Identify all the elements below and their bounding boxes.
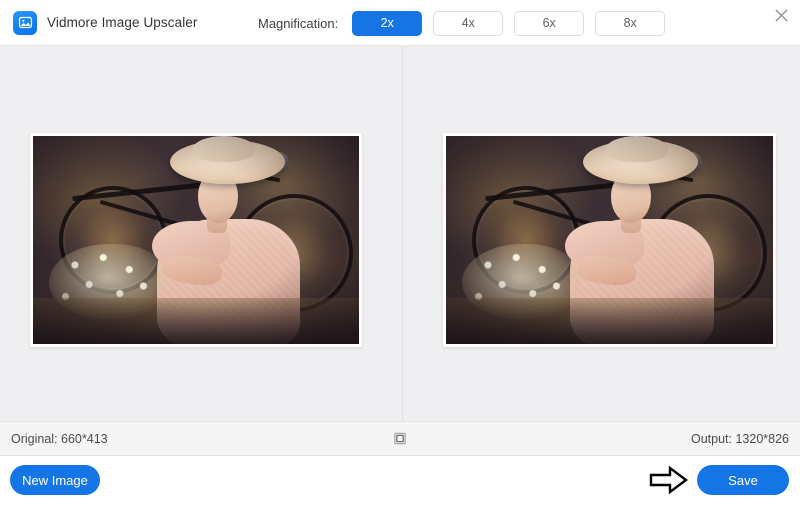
- right-arrow-annotation-icon: [648, 465, 690, 495]
- original-preview-pane: [0, 46, 402, 421]
- output-preview-pane: [403, 46, 800, 421]
- image-upscaler-logo-icon: [13, 11, 37, 35]
- photo-vignette: [33, 136, 359, 344]
- magnification-option-4x[interactable]: 4x: [433, 11, 503, 36]
- compare-square-icon[interactable]: [392, 430, 409, 447]
- app-footer: New Image Save: [0, 456, 800, 518]
- close-icon[interactable]: [768, 2, 794, 28]
- output-size-label: Output: 1320*826: [691, 432, 789, 446]
- original-image: [33, 136, 359, 344]
- app-title: Vidmore Image Upscaler: [47, 15, 198, 30]
- image-upscaler-window: Vidmore Image Upscaler Magnification: 2x…: [0, 0, 800, 518]
- magnification-option-6x[interactable]: 6x: [514, 11, 584, 36]
- magnification-option-8x[interactable]: 8x: [595, 11, 665, 36]
- status-bar: Original: 660*413 Output: 1320*826: [0, 421, 800, 456]
- photo-vignette: [446, 136, 773, 344]
- magnification-option-2x[interactable]: 2x: [352, 11, 422, 36]
- magnification-buttons: 2x 4x 6x 8x: [352, 11, 665, 36]
- brand: Vidmore Image Upscaler: [13, 11, 198, 35]
- preview-canvas: [0, 46, 800, 421]
- magnification-label: Magnification:: [258, 16, 338, 31]
- save-button[interactable]: Save: [697, 465, 789, 495]
- app-header: Vidmore Image Upscaler Magnification: 2x…: [0, 0, 800, 46]
- original-image-frame[interactable]: [30, 133, 362, 347]
- output-image-frame[interactable]: [443, 133, 776, 347]
- output-image: [446, 136, 773, 344]
- original-size-label: Original: 660*413: [11, 432, 108, 446]
- magnification-group: Magnification: 2x 4x 6x 8x: [258, 0, 665, 46]
- new-image-button[interactable]: New Image: [10, 465, 100, 495]
